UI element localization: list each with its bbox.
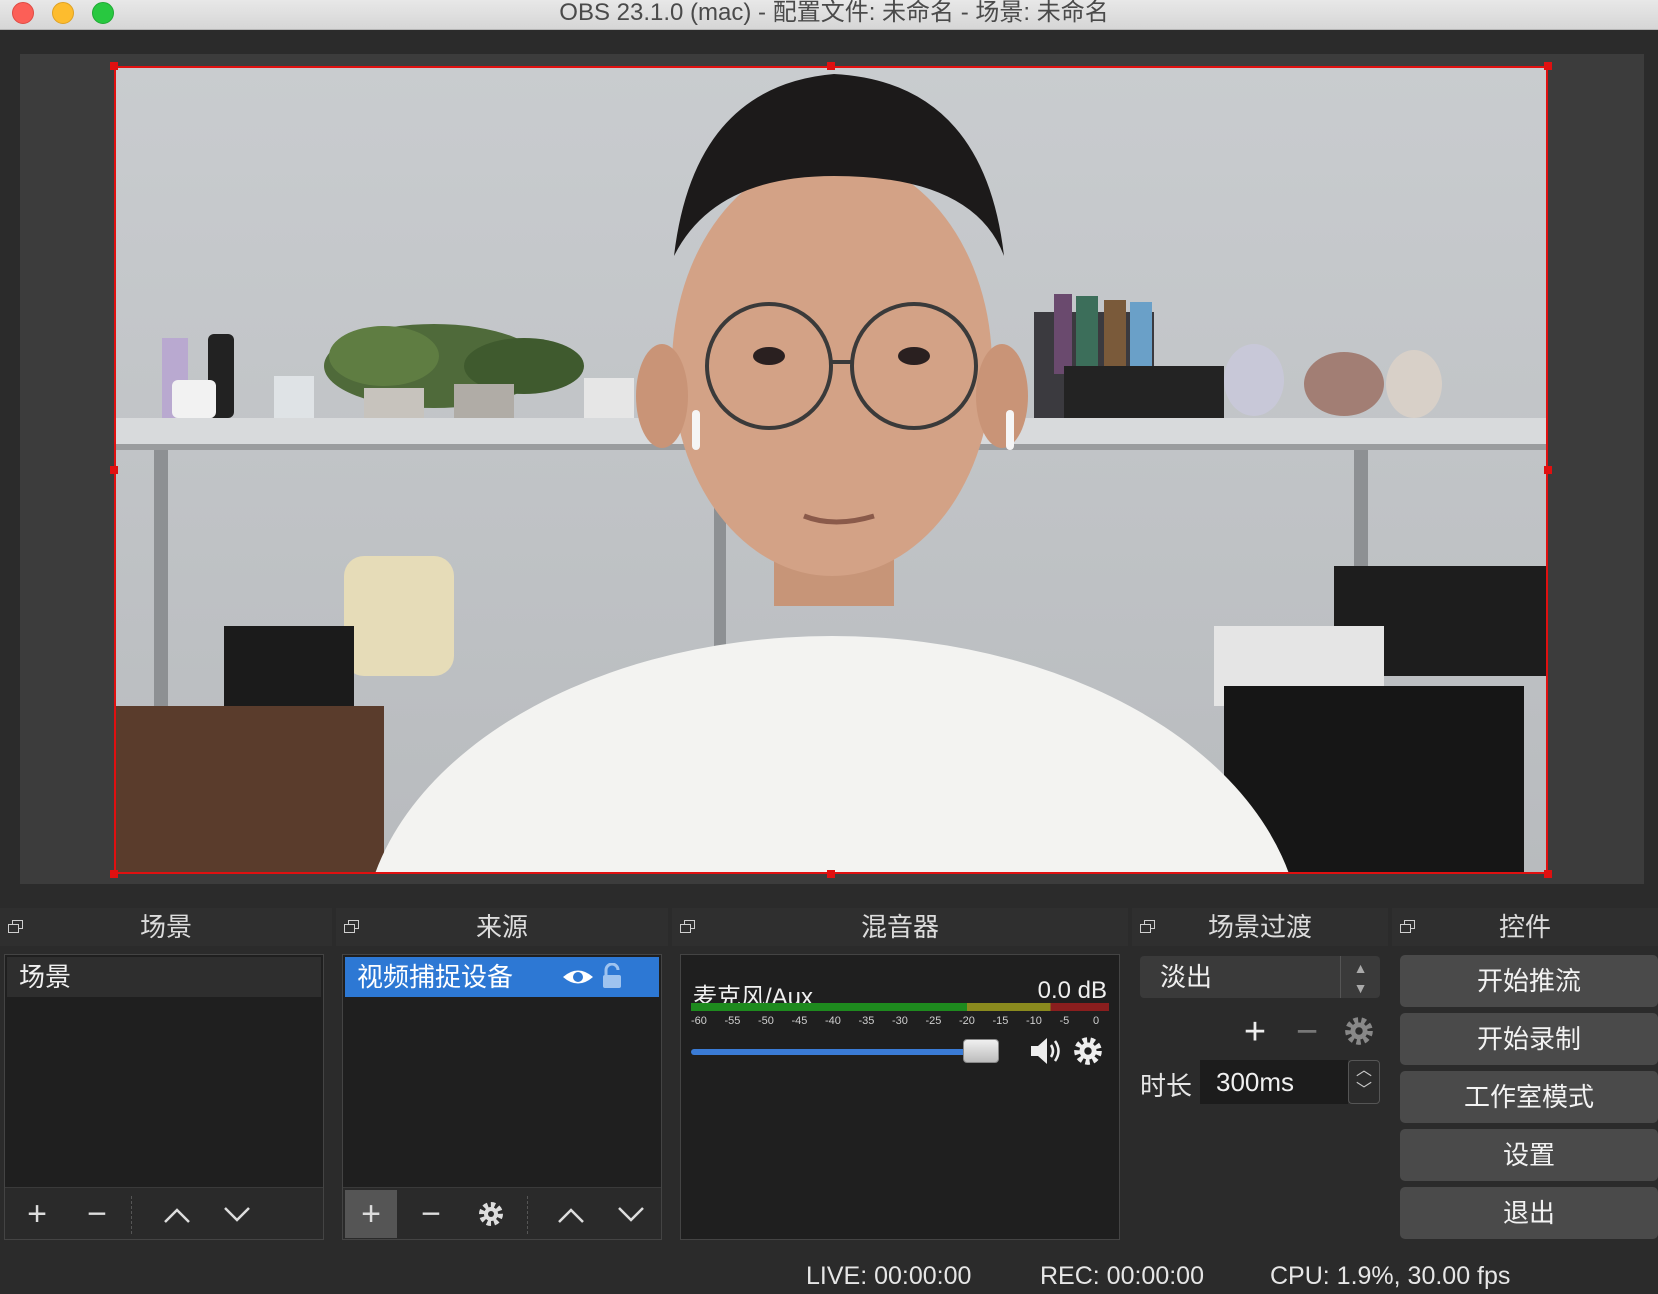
toolbar-divider (527, 1196, 528, 1234)
mixer-dock-header: 混音器 (672, 908, 1128, 946)
plus-icon: + (1243, 1011, 1267, 1053)
resize-handle-top-left[interactable] (110, 62, 118, 70)
transitions-dock-title: 场景过渡 (1207, 912, 1312, 942)
volume-slider-thumb[interactable] (963, 1039, 1000, 1063)
scenes-toolbar: + − (5, 1187, 323, 1239)
move-scene-up-button[interactable] (151, 1190, 203, 1238)
chevron-up-icon (558, 1208, 584, 1223)
scenes-dock-title: 场景 (139, 912, 192, 942)
move-scene-down-button[interactable] (211, 1190, 263, 1238)
resize-handle-right[interactable] (1544, 466, 1552, 474)
meter-scale-label: -30 (892, 1015, 908, 1027)
window-title: OBS 23.1.0 (mac) - 配置文件: 未命名 - 场景: 未命名 (559, 0, 1109, 26)
undock-icon[interactable] (1400, 920, 1415, 933)
meter-scale-label: -60 (691, 1015, 707, 1027)
undock-icon[interactable] (8, 920, 23, 933)
move-source-up-button[interactable] (545, 1190, 597, 1238)
start-recording-button[interactable]: 开始录制 (1400, 1013, 1658, 1065)
meter-scale-label: -45 (791, 1015, 808, 1027)
remove-source-button[interactable]: − (405, 1190, 457, 1238)
mixer-dock-title: 混音器 (860, 912, 939, 942)
gear-icon (479, 1202, 503, 1226)
gear-icon[interactable] (1071, 1034, 1105, 1068)
transition-select[interactable]: 淡出 ▲ ▼ (1140, 956, 1380, 998)
toolbar-divider (131, 1196, 132, 1234)
scenes-list-panel[interactable]: 场景 + − (4, 954, 324, 1240)
studio-mode-button[interactable]: 工作室模式 (1400, 1071, 1658, 1123)
exit-button[interactable]: 退出 (1400, 1187, 1658, 1239)
chevron-up-icon (164, 1208, 190, 1223)
duration-input[interactable]: 300ms (1200, 1060, 1348, 1104)
cpu-fps-status: CPU: 1.9%, 30.00 fps (1270, 1262, 1511, 1290)
meter-scale-label: -15 (992, 1015, 1009, 1027)
mixer-channel-db: 0.0 dB (1037, 977, 1107, 1004)
undock-icon[interactable] (344, 920, 359, 933)
resize-handle-bottom-left[interactable] (110, 870, 118, 878)
volume-meter-scale: -60 -55 -50 -45 -40 -35 -30 -25 -20 -15 -10 -5 0 (691, 1013, 1109, 1031)
sources-list-panel[interactable]: 视频捕捉设备 + − (342, 954, 662, 1240)
transition-select-value: 淡出 (1160, 962, 1213, 992)
meter-scale-label: -40 (825, 1015, 841, 1027)
meter-scale-label: -20 (959, 1015, 975, 1027)
resize-handle-left[interactable] (110, 466, 118, 474)
resize-handle-bottom[interactable] (827, 870, 835, 878)
duration-stepper[interactable]: ︿ ﹀ (1348, 1060, 1380, 1104)
settings-button[interactable]: 设置 (1400, 1129, 1658, 1181)
chevron-down-icon[interactable]: ﹀ (1349, 1081, 1379, 1101)
webcam-feed-image (114, 66, 1548, 874)
transitions-dock-header: 场景过渡 (1132, 908, 1388, 946)
start-streaming-button[interactable]: 开始推流 (1400, 955, 1658, 1007)
preview-video-canvas[interactable] (114, 66, 1548, 874)
plus-icon: + (27, 1195, 47, 1233)
sources-toolbar: + − (343, 1187, 661, 1239)
chevron-up-icon[interactable]: ︿ (1349, 1061, 1379, 1081)
transition-properties-gear-icon[interactable] (1342, 1014, 1376, 1048)
controls-dock-title: 控件 (1498, 912, 1551, 942)
remove-transition-button[interactable]: − (1292, 1012, 1322, 1052)
meter-scale-label: -35 (858, 1015, 875, 1027)
resize-handle-bottom-right[interactable] (1544, 870, 1552, 878)
rec-timer: REC: 00:00:00 (1040, 1262, 1204, 1290)
minus-icon: − (87, 1195, 107, 1233)
live-timer: LIVE: 00:00:00 (806, 1262, 972, 1290)
meter-scale-label: -10 (1026, 1015, 1042, 1027)
sources-dock-header: 来源 (336, 908, 668, 946)
minus-icon: − (421, 1195, 441, 1233)
meter-scale-label: 0 (1093, 1015, 1100, 1027)
remove-scene-button[interactable]: − (71, 1190, 123, 1238)
undock-icon[interactable] (680, 920, 695, 933)
chevron-updown-icon: ▲ ▼ (1340, 956, 1380, 998)
audio-mixer-panel: 麦克风/Aux 0.0 dB -60 -55 -50 -45 -40 -35 -30 -25-… (680, 954, 1120, 1240)
chevron-down-icon (224, 1207, 250, 1222)
controls-dock-header: 控件 (1392, 908, 1658, 946)
source-name: 视频捕捉设备 (357, 962, 514, 992)
scene-list-item[interactable]: 场景 (7, 957, 321, 997)
meter-scale-label: -5 (1059, 1015, 1070, 1027)
duration-label: 时长 (1140, 1071, 1193, 1101)
scenes-dock-header: 场景 (0, 908, 332, 946)
volume-slider[interactable] (691, 1049, 982, 1055)
source-properties-button[interactable] (465, 1190, 517, 1238)
meter-scale-label: -25 (925, 1015, 942, 1027)
add-source-button[interactable]: + (345, 1190, 397, 1238)
title-bar: OBS 23.1.0 (mac) - 配置文件: 未命名 - 场景: 未命名 (0, 0, 1658, 30)
add-scene-button[interactable]: + (11, 1190, 63, 1238)
meter-scale-label: -50 (758, 1015, 774, 1027)
minus-icon: − (1295, 1011, 1319, 1053)
unlock-icon[interactable] (601, 963, 623, 989)
resize-handle-top-right[interactable] (1544, 62, 1552, 70)
undock-icon[interactable] (1140, 920, 1155, 933)
move-source-down-button[interactable] (605, 1190, 657, 1238)
plus-icon: + (361, 1195, 381, 1233)
visibility-eye-icon[interactable] (561, 966, 595, 988)
chevron-down-icon (618, 1207, 644, 1222)
meter-scale-label: -55 (724, 1015, 741, 1027)
add-transition-button[interactable]: + (1240, 1012, 1270, 1052)
volume-meter (691, 1003, 1109, 1011)
sources-dock-title: 来源 (475, 912, 528, 942)
resize-handle-top[interactable] (827, 62, 835, 70)
source-list-item[interactable]: 视频捕捉设备 (345, 957, 659, 997)
speaker-mute-icon[interactable] (1029, 1035, 1063, 1067)
